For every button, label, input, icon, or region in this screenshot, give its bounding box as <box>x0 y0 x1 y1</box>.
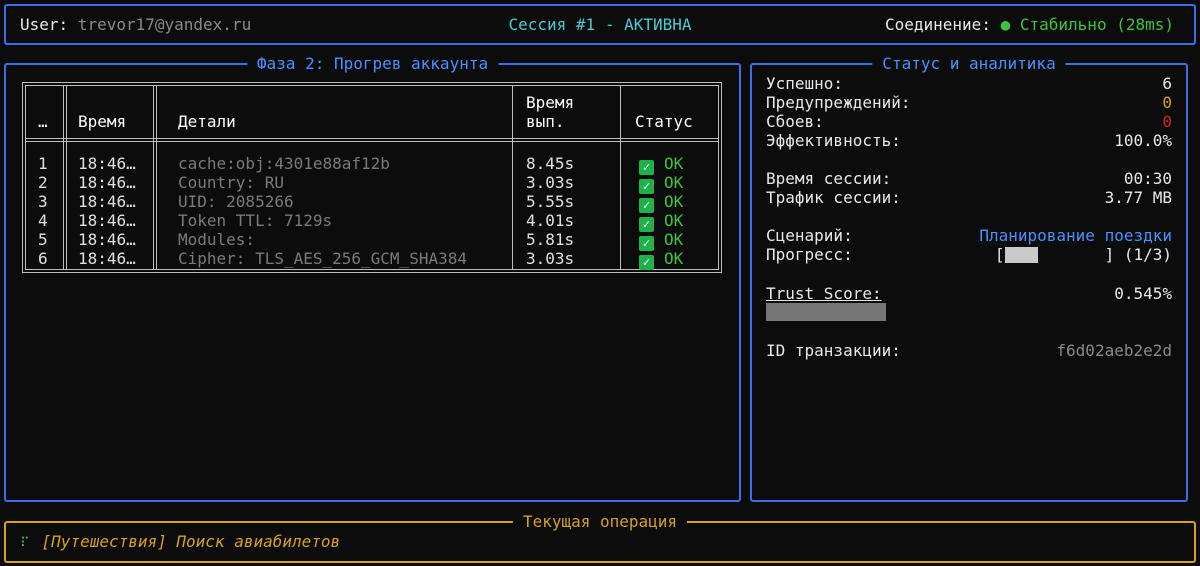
row-duration: 3.03s <box>526 249 575 268</box>
operation-label: [Путешествия] Поиск авиабилетов <box>41 532 341 551</box>
header-bar: User: trevor17@yandex.ru Сессия #1 - АКТ… <box>4 4 1196 45</box>
traffic-label: Трафик сессии: <box>766 188 901 207</box>
stat-failures: Сбоев: 0 <box>766 112 1172 131</box>
connection-label: Соединение: <box>884 15 991 34</box>
status-text: OK <box>664 173 684 192</box>
row-duration: 5.81s <box>526 230 575 249</box>
progress-fill <box>1004 247 1038 263</box>
session-time-label: Время сессии: <box>766 169 892 188</box>
row-duration: 4.01s <box>526 211 575 230</box>
traffic-value: 3.77 MB <box>1104 188 1172 207</box>
trust-score-bar <box>766 303 886 321</box>
row-index: 5 <box>38 230 48 249</box>
connection-value: Стабильно (28ms) <box>1019 15 1174 34</box>
row-time: 18:46… <box>78 249 136 268</box>
success-value: 6 <box>1162 74 1172 93</box>
connection-info: Соединение: ● Стабильно (28ms) <box>885 15 1174 34</box>
stat-transaction-id: ID транзакции: f6d02aeb2e2d <box>766 341 1172 360</box>
row-status: ✓ OK <box>639 192 683 213</box>
row-details: cache:obj:4301e88af12b <box>178 154 390 173</box>
current-operation-text: ⠏ [Путешествия] Поиск авиабилетов <box>20 532 340 553</box>
row-time: 18:46… <box>78 211 136 230</box>
status-title: Статус и аналитика <box>872 54 1066 73</box>
session-time-value: 00:30 <box>1123 169 1172 188</box>
status-text: OK <box>664 192 684 211</box>
txid-value: f6d02aeb2e2d <box>1056 341 1172 360</box>
progress-label: Прогресс: <box>766 245 853 264</box>
col-header-duration: Время <box>526 93 575 112</box>
failures-label: Сбоев: <box>766 112 824 131</box>
row-status: ✓ OK <box>639 249 683 270</box>
row-time: 18:46… <box>78 154 136 173</box>
row-details: Token TTL: 7129s <box>178 211 333 230</box>
row-duration: 5.55s <box>526 192 575 211</box>
stat-scenario: Сценарий: Планирование поездки <box>766 226 1172 245</box>
row-status: ✓ OK <box>639 154 683 175</box>
trust-score-value: 0.545% <box>1114 284 1172 303</box>
row-details: UID: 2085266 <box>178 192 294 211</box>
stat-success: Успешно: 6 <box>766 74 1172 93</box>
scenario-value: Планирование поездки <box>979 226 1172 245</box>
row-status: ✓ OK <box>639 173 683 194</box>
status-text: OK <box>664 211 684 230</box>
stat-efficiency: Эффективность: 100.0% <box>766 131 1172 150</box>
row-details: Modules: <box>178 230 256 249</box>
row-index: 2 <box>38 173 48 192</box>
check-icon: ✓ <box>639 255 654 270</box>
row-duration: 3.03s <box>526 173 575 192</box>
spinner-icon: ⠏ <box>20 536 30 551</box>
status-text: OK <box>664 249 684 268</box>
row-index: 1 <box>38 154 48 173</box>
col-header-duration-2: вып. <box>526 112 565 131</box>
scenario-label: Сценарий: <box>766 226 853 245</box>
phase-panel: Фаза 2: Прогрев аккаунта … Время Детали … <box>4 54 741 502</box>
row-status: ✓ OK <box>639 230 683 251</box>
status-panel: Статус и аналитика Успешно: 6 Предупрежд… <box>750 54 1188 502</box>
trust-score-label: Trust Score: <box>766 284 882 303</box>
progress-bar: [] (1/3) <box>994 245 1172 264</box>
stat-warnings: Предупреждений: 0 <box>766 93 1172 112</box>
operations-table: … Время Детали Время вып. Статус 1 18:46…… <box>22 82 722 273</box>
txid-label: ID транзакции: <box>766 341 901 360</box>
efficiency-value: 100.0% <box>1114 131 1172 150</box>
row-details: Country: RU <box>178 173 284 192</box>
stat-progress: Прогресс: [] (1/3) <box>766 245 1172 264</box>
stat-session-time: Время сессии: 00:30 <box>766 169 1172 188</box>
col-header-index: … <box>38 112 48 131</box>
col-header-status: Статус <box>635 112 693 131</box>
row-index: 3 <box>38 192 48 211</box>
current-operation-panel: Текущая операция ⠏ [Путешествия] Поиск ав… <box>4 512 1196 563</box>
warnings-label: Предупреждений: <box>766 93 911 112</box>
warnings-value: 0 <box>1162 93 1172 112</box>
col-header-details: Детали <box>178 112 236 131</box>
success-label: Успешно: <box>766 74 844 93</box>
current-operation-title: Текущая операция <box>512 512 688 531</box>
efficiency-label: Эффективность: <box>766 131 901 150</box>
status-text: OK <box>664 230 684 249</box>
connection-dot-icon: ● <box>1000 15 1011 34</box>
row-status: ✓ OK <box>639 211 683 232</box>
col-header-time: Время <box>78 112 127 131</box>
phase-title: Фаза 2: Прогрев аккаунта <box>246 54 499 73</box>
row-duration: 8.45s <box>526 154 575 173</box>
failures-value: 0 <box>1162 112 1172 131</box>
row-time: 18:46… <box>78 173 136 192</box>
row-time: 18:46… <box>78 192 136 211</box>
status-text: OK <box>664 154 684 173</box>
row-index: 4 <box>38 211 48 230</box>
stat-trust-score: Trust Score: 0.545% <box>766 284 1172 303</box>
row-time: 18:46… <box>78 230 136 249</box>
stat-traffic: Трафик сессии: 3.77 MB <box>766 188 1172 207</box>
row-index: 6 <box>38 249 48 268</box>
row-details: Cipher: TLS_AES_256_GCM_SHA384 <box>178 249 467 268</box>
